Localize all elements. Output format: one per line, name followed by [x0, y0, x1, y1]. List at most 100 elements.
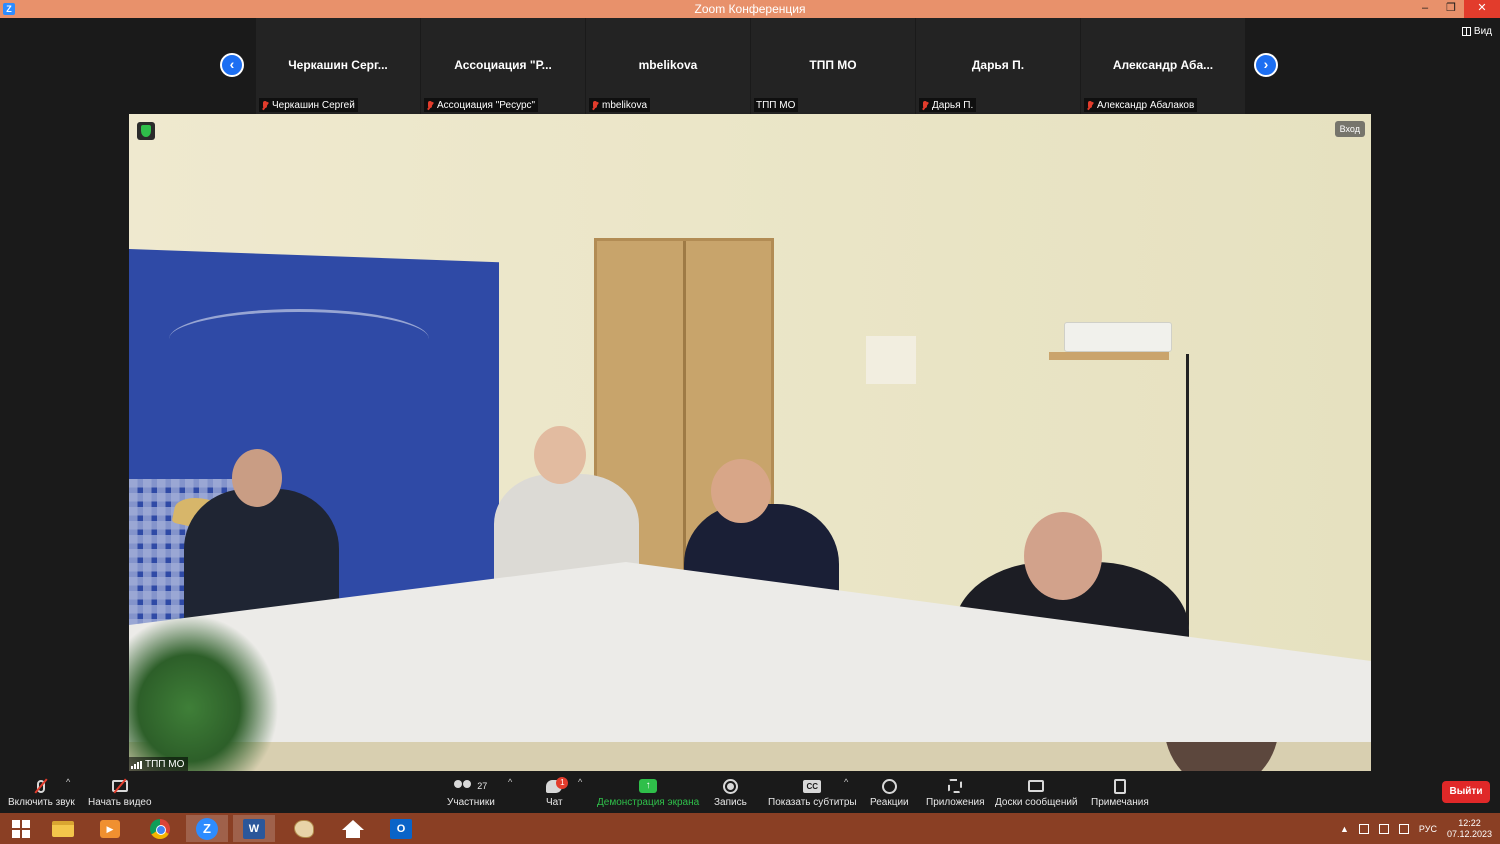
- participant-label: Черкашин Сергей: [259, 98, 358, 112]
- flag-icon[interactable]: [1358, 823, 1369, 834]
- windows-taskbar: ▶ Z W O ▲ РУС 12:22 07.12.2023: [0, 813, 1500, 844]
- language-indicator[interactable]: РУС: [1419, 824, 1437, 834]
- reactions-icon: [881, 778, 897, 794]
- window-title-bar: Z Zoom Конференция – ❐ ✕: [0, 0, 1500, 18]
- windows-logo-icon: [12, 819, 30, 838]
- apps-button[interactable]: Приложения: [926, 775, 985, 808]
- chat-button[interactable]: 1 Чат: [546, 775, 569, 808]
- clock[interactable]: 12:22 07.12.2023: [1447, 818, 1492, 840]
- participant-label-text: mbelikova: [602, 100, 648, 111]
- zoom-icon: Z: [196, 817, 218, 840]
- participant-tile[interactable]: Дарья П. Дарья П.: [916, 18, 1080, 114]
- participant-label: Дарья П.: [919, 98, 977, 112]
- participant-gallery: ‹ Черкашин Серг... Черкашин Сергей Ассоц…: [0, 18, 1500, 114]
- reactions-label: Реакции: [870, 797, 909, 808]
- leave-button[interactable]: Выйти: [1442, 781, 1490, 803]
- participants-label: Участники: [447, 797, 495, 808]
- participant-tile[interactable]: Александр Аба... Александр Абалаков: [1081, 18, 1245, 114]
- gallery-prev-button[interactable]: ‹: [220, 53, 244, 77]
- taskbar-chrome[interactable]: [139, 815, 181, 842]
- person-center-head: [711, 459, 771, 523]
- mic-muted-icon: [261, 100, 269, 111]
- plant: [129, 614, 279, 771]
- notes-button[interactable]: Примечания: [1091, 775, 1149, 808]
- participant-label-text: Александр Абалаков: [1097, 100, 1195, 111]
- grid-view-icon: [1461, 27, 1471, 36]
- speaker-name: ТПП МО: [145, 759, 185, 770]
- participant-tiles: Черкашин Серг... Черкашин Сергей Ассоциа…: [256, 18, 1245, 114]
- participant-tile[interactable]: mbelikova mbelikova: [586, 18, 750, 114]
- whiteboard-icon: [1028, 780, 1045, 792]
- clock-date: 07.12.2023: [1446, 828, 1492, 839]
- participant-tile[interactable]: Черкашин Серг... Черкашин Сергей: [256, 18, 420, 114]
- enter-button[interactable]: Вход: [1334, 121, 1365, 137]
- record-label: Запись: [714, 797, 747, 808]
- start-video-button[interactable]: Начать видео: [88, 775, 152, 808]
- mic-muted-icon: [1086, 100, 1094, 111]
- participants-caret[interactable]: ^: [508, 777, 512, 787]
- share-screen-icon: ↑: [639, 779, 658, 793]
- audio-options-caret[interactable]: ^: [66, 777, 70, 787]
- outlook-icon: O: [390, 818, 412, 839]
- notes-icon: [1113, 778, 1126, 794]
- whiteboards-button[interactable]: Доски сообщений: [995, 775, 1078, 808]
- speaker-label: ТПП МО: [129, 757, 189, 771]
- gallery-next-button[interactable]: ›: [1254, 53, 1278, 77]
- clock-time: 12:22: [1458, 817, 1481, 828]
- person-woman-head: [534, 426, 586, 484]
- apps-icon: [948, 779, 963, 793]
- participant-label: Ассоциация "Ресурс": [424, 98, 539, 112]
- share-screen-button[interactable]: ↑ Демонстрация экрана: [597, 775, 699, 808]
- home-icon: [342, 819, 364, 838]
- captions-icon: CC: [803, 779, 822, 793]
- chat-caret[interactable]: ^: [578, 777, 582, 787]
- volume-icon[interactable]: [1378, 823, 1389, 834]
- record-button[interactable]: Запись: [714, 775, 747, 808]
- taskbar-zoom[interactable]: Z: [186, 815, 228, 842]
- taskbar-home[interactable]: [332, 815, 374, 842]
- participant-name: mbelikova: [638, 58, 698, 72]
- taskbar-explorer[interactable]: [42, 815, 84, 842]
- participant-label-text: Дарья П.: [932, 100, 974, 111]
- notes-label: Примечания: [1091, 797, 1149, 808]
- window-title: Zoom Конференция: [694, 2, 806, 16]
- participant-label: Александр Абалаков: [1084, 98, 1198, 112]
- participants-button[interactable]: 27 Участники: [447, 775, 495, 808]
- participants-count: 27: [477, 781, 488, 791]
- maximize-button[interactable]: ❐: [1438, 0, 1464, 18]
- network-icon[interactable]: [1398, 823, 1409, 834]
- participants-icon: [454, 780, 474, 792]
- chat-badge: 1: [556, 776, 569, 789]
- taskbar-paint[interactable]: [283, 815, 325, 842]
- participant-tile[interactable]: Ассоциация "Р... Ассоциация "Ресурс": [421, 18, 585, 114]
- unmute-button[interactable]: Включить звук: [8, 775, 75, 808]
- apps-label: Приложения: [926, 797, 985, 808]
- encryption-shield-icon[interactable]: [137, 122, 155, 140]
- taskbar-media-player[interactable]: ▶: [89, 815, 131, 842]
- participant-name: Ассоциация "Р...: [454, 58, 552, 72]
- participant-tile[interactable]: ТПП МО ТПП МО: [751, 18, 915, 114]
- meeting-toolbar: Включить звук ^ Начать видео 27 Участник…: [0, 771, 1500, 813]
- paint-icon: [294, 819, 314, 838]
- participant-name: Александр Аба...: [1112, 58, 1214, 72]
- tray-overflow-icon[interactable]: ▲: [1340, 824, 1349, 834]
- taskbar-outlook[interactable]: O: [380, 815, 422, 842]
- view-button[interactable]: Вид: [1461, 26, 1492, 37]
- participant-label: ТПП МО: [754, 98, 799, 112]
- mic-muted-icon: [921, 100, 929, 111]
- wall-paper: [866, 336, 916, 384]
- chat-icon: 1: [546, 776, 569, 793]
- share-screen-label: Демонстрация экрана: [597, 797, 700, 808]
- start-button[interactable]: [0, 815, 42, 842]
- participant-label-text: Ассоциация "Ресурс": [437, 100, 536, 111]
- window-controls: – ❐ ✕: [1412, 0, 1500, 18]
- participant-label-text: Черкашин Сергей: [272, 100, 355, 111]
- minimize-button[interactable]: –: [1412, 0, 1438, 18]
- reactions-button[interactable]: Реакции: [870, 775, 909, 808]
- main-video[interactable]: Вход ТПП МО: [129, 114, 1371, 771]
- folder-icon: [52, 820, 74, 837]
- close-window-button[interactable]: ✕: [1464, 0, 1500, 18]
- mic-muted-icon: [426, 100, 434, 111]
- taskbar-word[interactable]: W: [233, 815, 275, 842]
- captions-caret[interactable]: ^: [844, 777, 848, 787]
